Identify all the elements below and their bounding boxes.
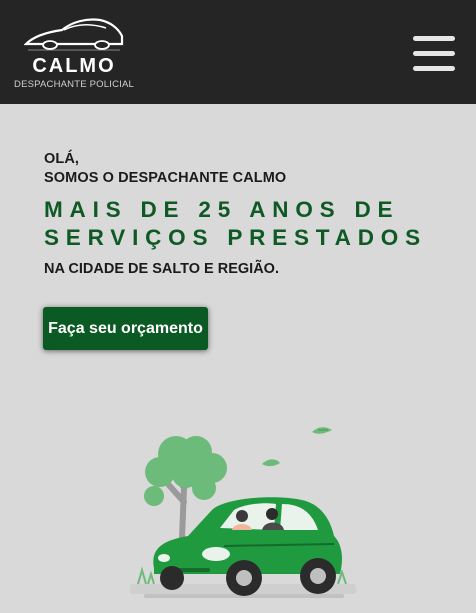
brand-tagline: DESPACHANTE POLICIAL: [14, 79, 134, 90]
greeting-line-2: SOMOS O DESPACHANTE CALMO: [44, 170, 287, 186]
hero-section: OLÁ, SOMOS O DESPACHANTE CALMO MAIS DE 2…: [44, 150, 464, 279]
headline-line-2: SERVIÇOS PRESTADOS: [44, 225, 427, 250]
hamburger-menu-icon[interactable]: [410, 33, 458, 75]
brand-name: CALMO: [32, 55, 116, 77]
headline-line-1: MAIS DE 25 ANOS DE: [44, 197, 400, 222]
greeting-line-1: OLÁ,: [44, 151, 80, 167]
car-silhouette-icon: [24, 18, 124, 51]
navbar: CALMO DESPACHANTE POLICIAL: [0, 0, 476, 104]
brand-logo[interactable]: CALMO DESPACHANTE POLICIAL: [14, 12, 134, 96]
quote-button[interactable]: Faça seu orçamento: [43, 307, 208, 350]
region-text: NA CIDADE DE SALTO E REGIÃO.: [44, 261, 279, 277]
car-illustration: [130, 427, 356, 598]
